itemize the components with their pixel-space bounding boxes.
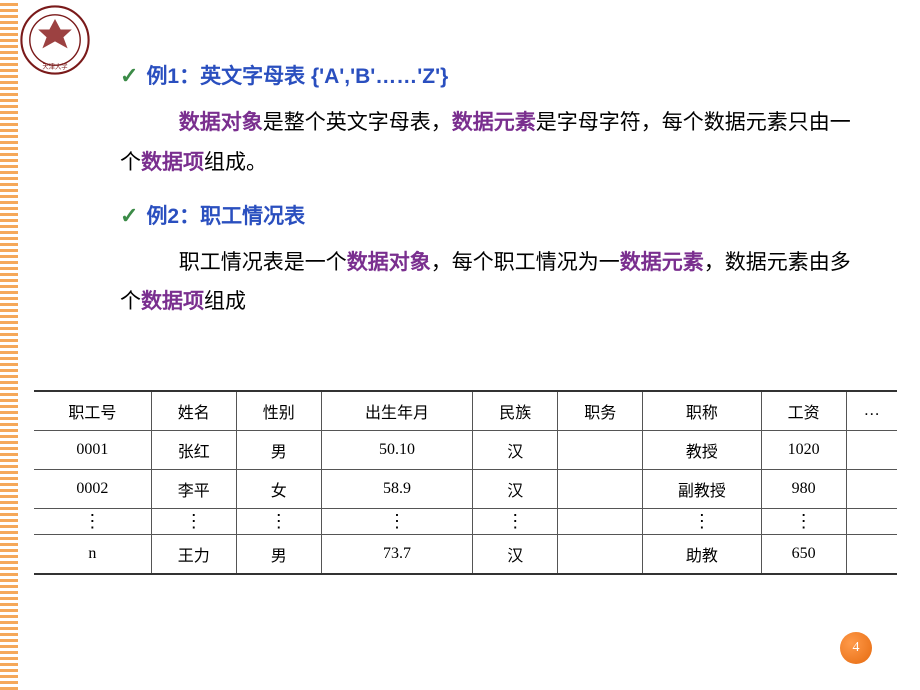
example-2-paragraph: 职工情况表是一个数据对象，每个职工情况为一数据元素，数据元素由多个数据项组成	[120, 243, 870, 323]
table-header-cell: 职工号	[34, 391, 151, 431]
example-2-heading: ✓ 例2：职工情况表	[120, 195, 870, 237]
example-1-paragraph: 数据对象是整个英文字母表，数据元素是字母字符，每个数据元素只由一个数据项组成。	[120, 103, 870, 183]
employee-table: 职工号 姓名 性别 出生年月 民族 职务 职称 工资 … 0001 张红 男 5…	[34, 390, 897, 575]
table-header-cell: 姓名	[151, 391, 236, 431]
table-header-cell: 民族	[473, 391, 558, 431]
slide-content: ✓ 例1：英文字母表 {'A','B'……'Z'} 数据对象是整个英文字母表，数据…	[120, 55, 870, 334]
table-row-ellipsis: ⋮ ⋮ ⋮ ⋮ ⋮ ⋮ ⋮	[34, 509, 897, 535]
table-header-cell: 出生年月	[321, 391, 472, 431]
table-row: 0002 李平 女 58.9 汉 副教授 980	[34, 470, 897, 509]
employee-table-container: 职工号 姓名 性别 出生年月 民族 职务 职称 工资 … 0001 张红 男 5…	[34, 390, 897, 575]
example-1-label: 例1：英文字母表 {'A','B'……'Z'}	[146, 65, 448, 88]
table-header-cell: 工资	[761, 391, 846, 431]
checkmark-icon: ✓	[120, 63, 138, 88]
table-row: 0001 张红 男 50.10 汉 教授 1020	[34, 431, 897, 470]
checkmark-icon: ✓	[120, 203, 138, 228]
table-header-cell: …	[846, 391, 897, 431]
svg-text:天津大学: 天津大学	[42, 62, 67, 71]
left-decorative-border	[0, 0, 18, 690]
table-header-cell: 职称	[643, 391, 761, 431]
table-header-cell: 性别	[236, 391, 321, 431]
example-1-heading: ✓ 例1：英文字母表 {'A','B'……'Z'}	[120, 55, 870, 97]
table-header-cell: 职务	[558, 391, 643, 431]
table-header-row: 职工号 姓名 性别 出生年月 民族 职务 职称 工资 …	[34, 391, 897, 431]
example-2-label: 例2：职工情况表	[146, 205, 305, 228]
page-number: 4	[853, 640, 860, 656]
university-logo: 天津大学	[20, 5, 90, 75]
page-number-badge: 4	[840, 632, 872, 664]
table-row: n 王力 男 73.7 汉 助教 650	[34, 534, 897, 574]
